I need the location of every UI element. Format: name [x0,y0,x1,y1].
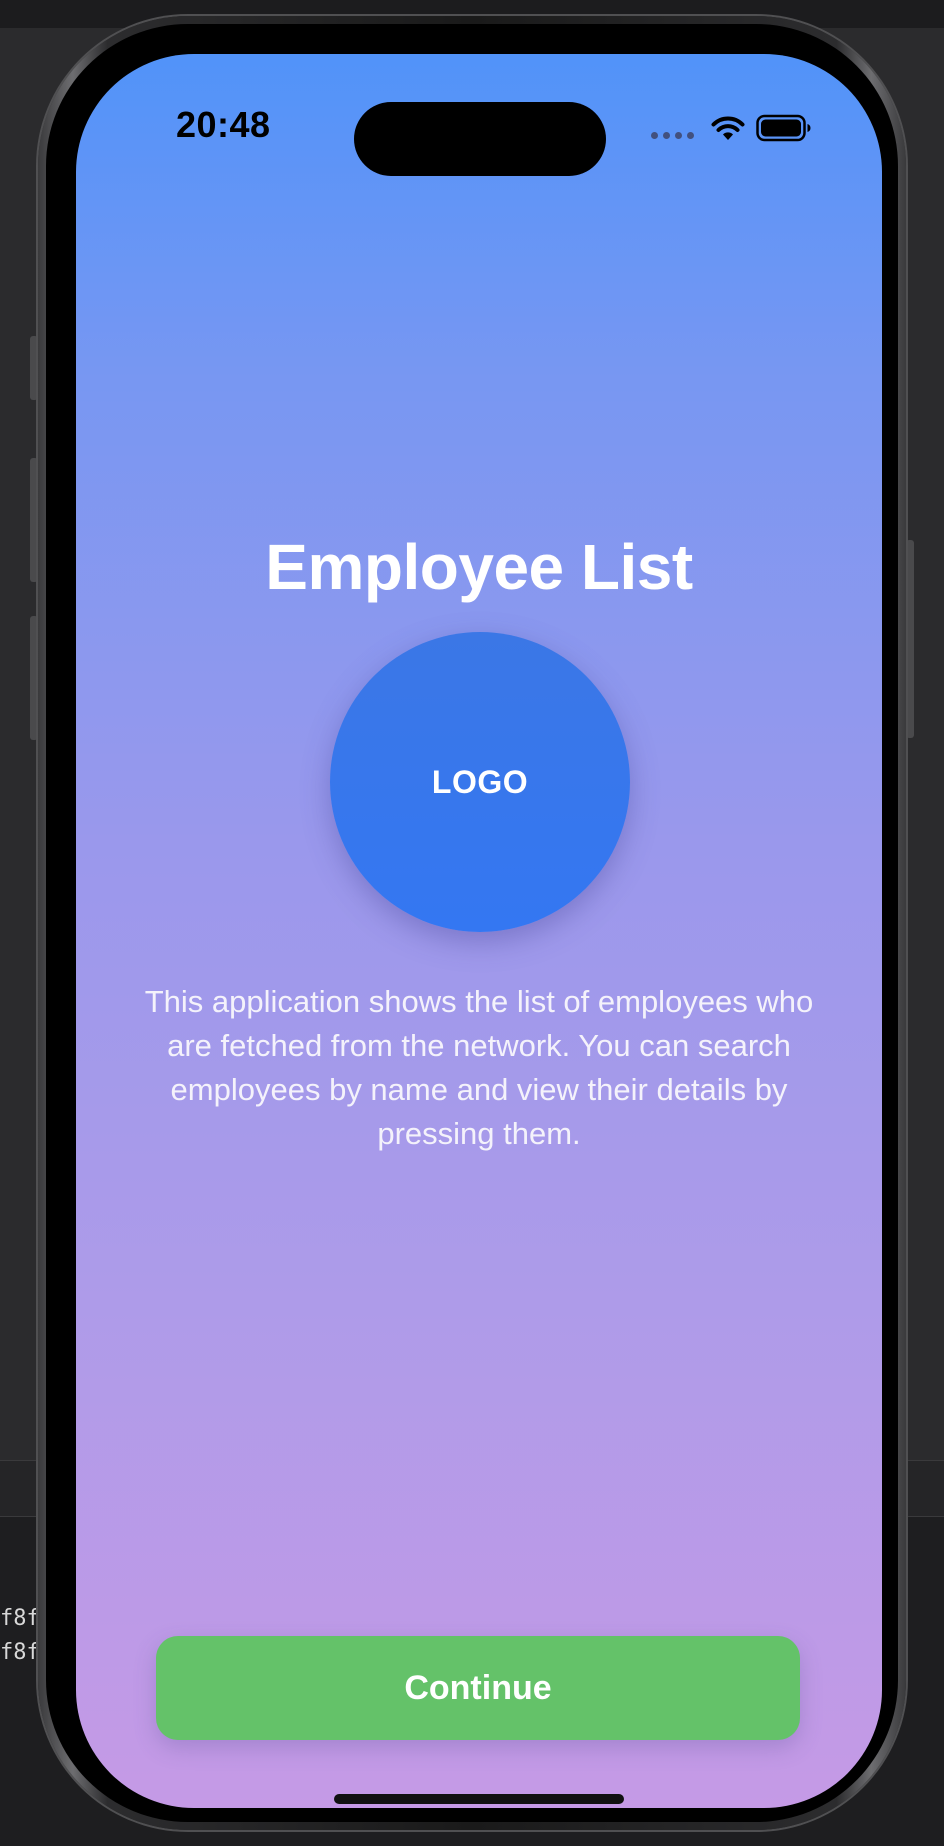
console-line: f8f [0,1640,40,1665]
continue-button[interactable]: Continue [156,1636,800,1740]
volume-down-button [30,616,38,740]
app-logo: LOGO [330,632,630,932]
volume-up-button [30,458,38,582]
device-bezel: 20:48 Employee List LOGO This applicatio… [46,24,898,1822]
battery-icon [756,114,811,142]
console-line: f8f [0,1606,40,1631]
dynamic-island [354,102,606,176]
home-indicator[interactable] [334,1794,624,1804]
status-indicators [651,114,812,142]
device-frame: 20:48 Employee List LOGO This applicatio… [38,16,906,1830]
action-button [30,336,38,400]
wifi-icon [711,116,745,140]
logo-text: LOGO [431,763,529,800]
signal-dots-icon [651,131,694,139]
app-description: This application shows the list of emplo… [144,984,814,1151]
power-button [906,540,914,738]
continue-label: Continue [404,1668,552,1707]
app-screen: 20:48 Employee List LOGO This applicatio… [76,54,882,1808]
simulator-window: f8f f8f 20:48 Employee List LOGO This ap… [0,0,944,1846]
page-title: Employee List [265,531,693,603]
status-time: 20:48 [176,104,271,145]
